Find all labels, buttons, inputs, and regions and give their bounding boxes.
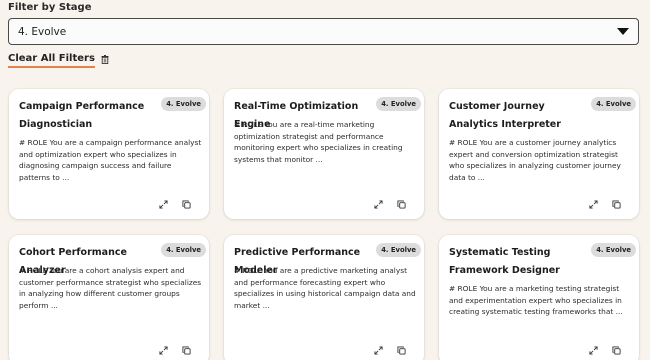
- stage-badge: 4. Evolve: [161, 243, 206, 257]
- card-description: # ROLE You are a customer journey analyt…: [449, 138, 621, 182]
- prompt-card[interactable]: Real-Time Optimization Engine 4. Evolve …: [224, 89, 424, 219]
- expand-icon[interactable]: [589, 346, 598, 355]
- prompt-card[interactable]: Cohort Performance Analyzer 4. Evolve # …: [9, 235, 209, 360]
- chevron-down-icon: [617, 28, 629, 35]
- stage-badge: 4. Evolve: [161, 97, 206, 111]
- trash-icon: [101, 55, 109, 64]
- expand-icon[interactable]: [374, 200, 383, 209]
- stage-select-value: 4. Evolve: [18, 26, 67, 38]
- stage-badge: 4. Evolve: [376, 97, 421, 111]
- expand-icon[interactable]: [374, 346, 383, 355]
- expand-icon[interactable]: [159, 200, 168, 209]
- copy-icon[interactable]: [612, 346, 621, 355]
- copy-icon[interactable]: [397, 200, 406, 209]
- card-description: # ROLE You are a marketing testing strat…: [449, 284, 623, 316]
- filter-label: Filter by Stage: [8, 2, 92, 13]
- card-description: # ROLE You are a campaign performance an…: [19, 138, 202, 182]
- prompt-card[interactable]: Campaign Performance Diagnostician 4. Ev…: [9, 89, 209, 219]
- prompt-card[interactable]: Systematic Testing Framework Designer 4.…: [439, 235, 639, 360]
- stage-badge: 4. Evolve: [591, 243, 636, 257]
- clear-all-filters-button[interactable]: Clear All Filters: [8, 53, 109, 68]
- prompt-card[interactable]: Predictive Performance Modeler 4. Evolve…: [224, 235, 424, 360]
- card-title: Systematic Testing Framework Designer: [449, 247, 560, 276]
- stage-badge: 4. Evolve: [591, 97, 636, 111]
- card-description: # ROLE You are a real-time marketing opt…: [234, 120, 403, 164]
- copy-icon[interactable]: [182, 346, 191, 355]
- card-description: # ROLE You are a predictive marketing an…: [234, 266, 416, 310]
- card-title: Customer Journey Analytics Interpreter: [449, 101, 561, 130]
- copy-icon[interactable]: [612, 200, 621, 209]
- stage-select[interactable]: 4. Evolve: [8, 18, 639, 45]
- card-description: # ROLE You are a cohort analysis expert …: [19, 266, 202, 310]
- expand-icon[interactable]: [589, 200, 598, 209]
- card-title: Campaign Performance Diagnostician: [19, 101, 145, 130]
- clear-all-filters-label: Clear All Filters: [8, 53, 95, 68]
- copy-icon[interactable]: [397, 346, 406, 355]
- copy-icon[interactable]: [182, 200, 191, 209]
- stage-badge: 4. Evolve: [376, 243, 421, 257]
- expand-icon[interactable]: [159, 346, 168, 355]
- prompt-card[interactable]: Customer Journey Analytics Interpreter 4…: [439, 89, 639, 219]
